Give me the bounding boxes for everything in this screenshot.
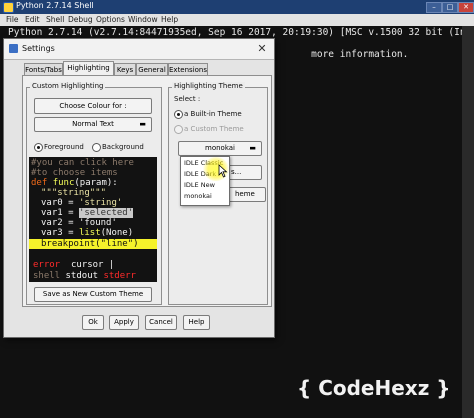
sample-func-args: (param): xyxy=(74,178,118,188)
settings-dialog: Settings ✕ Fonts/Tabs Highlighting Keys … xyxy=(3,38,275,338)
select-label: Select : xyxy=(174,95,201,103)
sample-func-name: func xyxy=(52,178,75,188)
custom-theme-label: a Custom Theme xyxy=(184,125,244,133)
sample-var1: var1 = xyxy=(41,208,79,218)
shell-title: Python 2.7.14 Shell xyxy=(16,1,94,10)
theme-option-monokai[interactable]: monokai xyxy=(184,192,212,200)
choose-colour-button[interactable]: Choose Colour for : xyxy=(34,98,152,114)
settings-title: Settings xyxy=(22,44,55,53)
maximize-button[interactable]: □ xyxy=(442,2,458,13)
shell-scrollbar[interactable] xyxy=(462,26,474,418)
tab-highlighting[interactable]: Highlighting xyxy=(63,61,114,76)
sample-comment-1: #you can click here xyxy=(31,158,134,168)
dropdown-indicator-icon: ▬ xyxy=(139,120,146,128)
menu-options[interactable]: Options xyxy=(96,15,125,24)
python-app-icon xyxy=(3,2,14,13)
sample-var1-line: var1 = 'selected' xyxy=(41,208,134,218)
codehexz-watermark: { CodeHexz } xyxy=(297,376,451,400)
menu-window[interactable]: Window xyxy=(128,15,158,24)
sample-def-keyword: def xyxy=(31,178,48,188)
cancel-button[interactable]: Cancel xyxy=(145,315,177,330)
custom-theme-radio[interactable] xyxy=(174,125,183,134)
settings-icon xyxy=(9,44,18,53)
sample-docstring: """string""" xyxy=(41,188,107,198)
builtin-theme-radio[interactable] xyxy=(174,110,183,119)
sample-found-text: 'found' xyxy=(78,218,117,228)
delete-theme-button[interactable]: heme xyxy=(226,187,266,202)
apply-button[interactable]: Apply xyxy=(109,315,139,330)
shell-titlebar: Python 2.7.14 Shell – □ ✕ xyxy=(0,0,474,14)
highlight-target-value: Normal Text xyxy=(72,120,114,128)
sample-shell: shell xyxy=(33,271,61,281)
delete-theme-fragment: heme xyxy=(235,190,255,198)
menu-edit[interactable]: Edit xyxy=(25,15,40,24)
foreground-radio[interactable] xyxy=(34,143,43,152)
sample-stderr: stderr xyxy=(103,271,136,281)
sample-comment-2: #to choose items xyxy=(31,168,118,178)
mouse-pointer-icon xyxy=(218,164,228,178)
sample-cursor: cursor | xyxy=(70,260,115,270)
settings-close-button[interactable]: ✕ xyxy=(254,42,270,55)
sample-def-line: def func(param): xyxy=(31,178,118,188)
close-window-button[interactable]: ✕ xyxy=(458,2,474,13)
builtin-theme-label: a Built-in Theme xyxy=(184,110,242,118)
hidden-dropdown-button[interactable]: s... xyxy=(226,165,262,180)
sample-error-line: error cursor | xyxy=(33,260,114,270)
highlighting-theme-label: Highlighting Theme xyxy=(172,82,245,90)
sample-var3-line: var3 = list(None) xyxy=(41,228,133,238)
sample-var2-line: var2 = 'found' xyxy=(41,218,117,228)
sample-selected-text: 'selected' xyxy=(78,208,134,218)
background-label: Background xyxy=(102,143,144,151)
menu-help[interactable]: Help xyxy=(161,15,178,24)
sample-var3-rest: (None) xyxy=(100,228,134,238)
save-custom-theme-button[interactable]: Save as New Custom Theme xyxy=(34,287,152,302)
menu-debug[interactable]: Debug xyxy=(68,15,93,24)
settings-titlebar: Settings ✕ xyxy=(4,39,274,60)
sample-var0: var0 = xyxy=(41,198,79,208)
help-button[interactable]: Help xyxy=(183,315,210,330)
builtin-theme-value: monokai xyxy=(205,144,235,152)
background-radio[interactable] xyxy=(92,143,101,152)
menu-file[interactable]: File xyxy=(6,15,19,24)
foreground-label: Foreground xyxy=(44,143,84,151)
menu-shell[interactable]: Shell xyxy=(46,15,64,24)
sample-shell-line: shell stdout stderr xyxy=(33,271,136,281)
ok-button[interactable]: Ok xyxy=(82,315,104,330)
sample-var2: var2 = xyxy=(41,218,79,228)
dropdown-indicator-icon: ▬ xyxy=(249,144,256,152)
sample-var0-line: var0 = 'string' xyxy=(41,198,122,208)
custom-highlighting-label: Custom Highlighting xyxy=(30,82,106,90)
highlight-sample[interactable]: #you can click here #to choose items def… xyxy=(29,157,157,282)
sample-builtin: list xyxy=(78,228,101,238)
shell-banner-line: Python 2.7.14 (v2.7.14:84471935ed, Sep 1… xyxy=(8,27,466,38)
minimize-button[interactable]: – xyxy=(426,2,442,13)
highlight-target-dropdown[interactable]: Normal Text ▬ xyxy=(34,117,152,132)
sample-error: error xyxy=(33,260,61,270)
builtin-theme-dropdown[interactable]: monokai ▬ xyxy=(178,141,262,156)
sample-stdout: stdout xyxy=(65,271,99,281)
sample-breakpoint-text: breakpoint("line") xyxy=(41,239,139,249)
sample-breakpoint: breakpoint("line") xyxy=(29,239,157,249)
sample-var3: var3 = xyxy=(41,228,79,238)
sample-var0-value: 'string' xyxy=(78,198,123,208)
theme-option-idle-new[interactable]: IDLE New xyxy=(184,181,215,189)
